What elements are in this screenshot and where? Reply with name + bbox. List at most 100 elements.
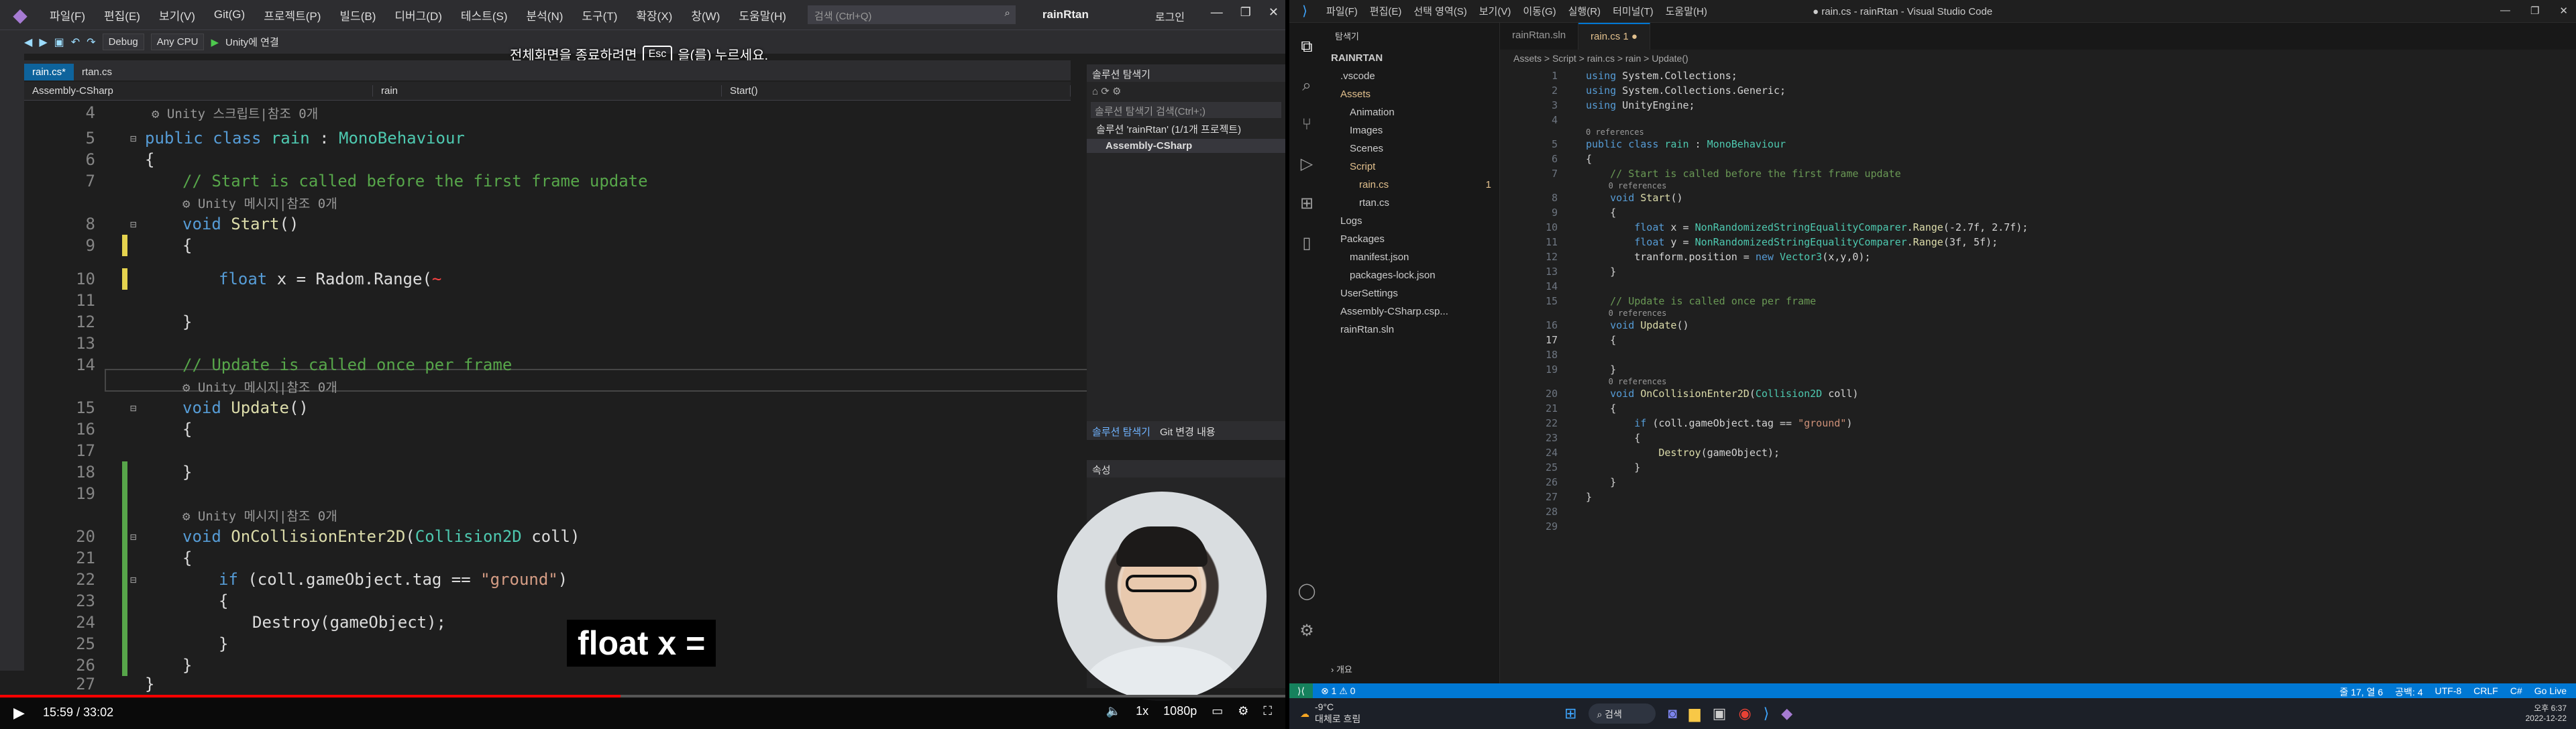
status-remote[interactable]: ⟩⟨ — [1289, 683, 1313, 698]
tree-item[interactable]: packages-lock.json — [1324, 266, 1499, 284]
tree-item[interactable]: Assembly-CSharp.csp... — [1324, 302, 1499, 321]
fold-icon[interactable]: ⊟ — [130, 402, 137, 414]
tree-item[interactable]: manifest.json — [1324, 248, 1499, 266]
speed-button[interactable]: 1x — [1136, 704, 1148, 718]
vsc-menu-help[interactable]: 도움말(H) — [1660, 4, 1713, 18]
tab-rainrtan-sln[interactable]: rainRtan.sln — [1500, 23, 1579, 50]
tree-item[interactable]: rtan.cs — [1324, 194, 1499, 212]
volume-icon[interactable]: 🔈 — [1106, 704, 1121, 718]
file-explorer-icon[interactable]: ▆ — [1689, 705, 1701, 722]
settings-icon[interactable]: ⚙ — [1238, 704, 1248, 718]
outline-section[interactable]: › 개요 — [1331, 663, 1352, 675]
vs-login-link[interactable]: 로그인 — [1155, 8, 1185, 24]
solution-search-input[interactable]: 솔루션 탐색기 검색(Ctrl+;) — [1091, 102, 1281, 118]
fold-icon[interactable]: ⊟ — [130, 132, 137, 145]
tab-rain-cs[interactable]: rain.cs 1 ● — [1578, 23, 1650, 50]
forward-icon[interactable]: ▶ — [39, 36, 47, 49]
status-problems[interactable]: ⊗ 1 ⚠ 0 — [1313, 685, 1356, 697]
video-player[interactable]: ◆ 파일(F) 편집(E) 보기(V) Git(G) 프로젝트(P) 빌드(B)… — [0, 0, 1285, 729]
vs-menu-edit[interactable]: 편집(E) — [95, 7, 150, 23]
status-cursor-position[interactable]: 줄 17, 열 6 — [2340, 685, 2383, 699]
run-icon[interactable]: ▶ — [211, 36, 219, 48]
nav-member-dropdown[interactable]: Start() — [722, 85, 1071, 97]
tab-git-changes[interactable]: Git 변경 내용 — [1160, 425, 1216, 438]
redo-icon[interactable]: ↷ — [87, 36, 95, 49]
back-icon[interactable]: ◀ — [24, 36, 32, 49]
tree-item[interactable]: UserSettings — [1324, 284, 1499, 302]
vs-menu-file[interactable]: 파일(F) — [40, 7, 95, 23]
vs-menu-build[interactable]: 빌드(B) — [330, 7, 385, 23]
vs-code-editor[interactable]: 4 ⚙ Unity 스크립트|참조 0개 5 ⊟ public class rain … — [24, 102, 1091, 693]
tree-item[interactable]: Script — [1324, 158, 1499, 176]
solution-node[interactable]: 솔루션 'rainRtan' (1/1개 프로젝트) — [1087, 119, 1285, 139]
run-debug-icon[interactable]: ▷ — [1301, 154, 1313, 174]
tree-item[interactable]: Packages — [1324, 230, 1499, 248]
status-indentation[interactable]: 공백: 4 — [2395, 685, 2422, 699]
play-icon[interactable]: ▶ — [13, 704, 25, 722]
vscode-code-editor[interactable]: 1 using System.Collections; 2 using System.… — [1500, 68, 2576, 683]
close-icon[interactable]: ✕ — [1269, 5, 1279, 19]
tab-rtan-cs[interactable]: rtan.cs — [74, 64, 120, 80]
status-encoding[interactable]: UTF-8 — [2435, 685, 2462, 699]
vs-menu-extensions[interactable]: 확장(X) — [627, 7, 682, 23]
chrome-icon[interactable]: ◉ — [1738, 705, 1751, 722]
tree-item[interactable]: .vscode — [1324, 67, 1499, 85]
search-icon[interactable]: ⌕ — [1302, 76, 1311, 95]
tree-item[interactable]: rainRtan.sln — [1324, 321, 1499, 339]
tab-rain-cs[interactable]: rain.cs* — [24, 64, 74, 80]
status-eol[interactable]: CRLF — [2473, 685, 2498, 699]
fold-icon[interactable]: ⊟ — [130, 573, 137, 586]
chat-icon[interactable]: ◙ — [1668, 705, 1676, 722]
captions-icon[interactable]: ▭ — [1212, 704, 1223, 718]
vscode-taskbar-icon[interactable]: ⟩ — [1764, 705, 1770, 722]
close-icon[interactable]: ✕ — [2559, 5, 2568, 17]
breadcrumb[interactable]: Assets > Script > rain.cs > rain > Updat… — [1500, 50, 2576, 67]
source-control-icon[interactable]: ⑂ — [1302, 115, 1311, 134]
taskbar-clock[interactable]: 오후 6:37 2022-12-22 — [2526, 702, 2567, 723]
vs-search-box[interactable]: 검색 (Ctrl+Q) ⌕ — [807, 5, 1016, 24]
save-icon[interactable]: ▣ — [54, 36, 64, 49]
vsc-menu-run[interactable]: 실행(R) — [1562, 4, 1607, 18]
fullscreen-icon[interactable]: ⛶ — [1263, 704, 1272, 718]
fold-icon[interactable]: ⊟ — [130, 218, 137, 231]
vs-menu-test[interactable]: 테스트(S) — [451, 7, 517, 23]
minimize-icon[interactable]: — — [2500, 5, 2510, 17]
tree-item[interactable]: Assets — [1324, 85, 1499, 103]
platform-select[interactable]: Any CPU — [150, 34, 205, 50]
vs-menu-window[interactable]: 창(W) — [682, 7, 729, 23]
fold-icon[interactable]: ⊟ — [130, 530, 137, 543]
status-go-live[interactable]: Go Live — [2534, 685, 2567, 699]
store-icon[interactable]: ▣ — [1713, 705, 1727, 722]
maximize-icon[interactable]: ❐ — [1240, 5, 1251, 19]
vsc-menu-edit[interactable]: 편집(E) — [1364, 4, 1408, 18]
nav-class-dropdown[interactable]: rain — [373, 85, 722, 97]
vs-menu-view[interactable]: 보기(V) — [150, 7, 205, 23]
tree-item[interactable]: Images — [1324, 121, 1499, 139]
tree-item[interactable]: Scenes — [1324, 139, 1499, 158]
config-select[interactable]: Debug — [102, 34, 144, 50]
tab-solution-explorer[interactable]: 솔루션 탐색기 — [1092, 425, 1150, 438]
taskbar-search[interactable]: ⌕ 검색 — [1589, 704, 1656, 724]
extensions-icon[interactable]: ⊞ — [1300, 194, 1313, 213]
vs-menu-debug[interactable]: 디버그(D) — [385, 7, 451, 23]
vsc-menu-view[interactable]: 보기(V) — [1473, 4, 1517, 18]
remote-icon[interactable]: ▯ — [1302, 233, 1311, 253]
vs-menu-tools[interactable]: 도구(T) — [572, 7, 627, 23]
vs-menu-help[interactable]: 도움말(H) — [729, 7, 796, 23]
maximize-icon[interactable]: ❐ — [2530, 5, 2539, 17]
tree-item[interactable]: Animation — [1324, 103, 1499, 121]
vsc-menu-selection[interactable]: 선택 영역(S) — [1407, 4, 1472, 18]
vs-menu-git[interactable]: Git(G) — [205, 8, 254, 21]
manage-gear-icon[interactable]: ⚙ — [1299, 621, 1314, 640]
vsc-menu-file[interactable]: 파일(F) — [1320, 4, 1364, 18]
windows-start-icon[interactable]: ⊞ — [1564, 705, 1576, 722]
status-language[interactable]: C# — [2510, 685, 2522, 699]
undo-icon[interactable]: ↶ — [71, 36, 80, 49]
vsc-menu-go[interactable]: 이동(G) — [1517, 4, 1562, 18]
tree-item[interactable]: Logs — [1324, 212, 1499, 230]
project-node[interactable]: Assembly-CSharp — [1087, 139, 1285, 153]
account-icon[interactable]: ◯ — [1298, 581, 1316, 601]
vsc-menu-terminal[interactable]: 터미널(T) — [1607, 4, 1660, 18]
taskbar-weather[interactable]: ☁ -9°C 대체로 흐림 — [1289, 702, 1360, 726]
nav-project-dropdown[interactable]: Assembly-CSharp — [24, 85, 373, 97]
